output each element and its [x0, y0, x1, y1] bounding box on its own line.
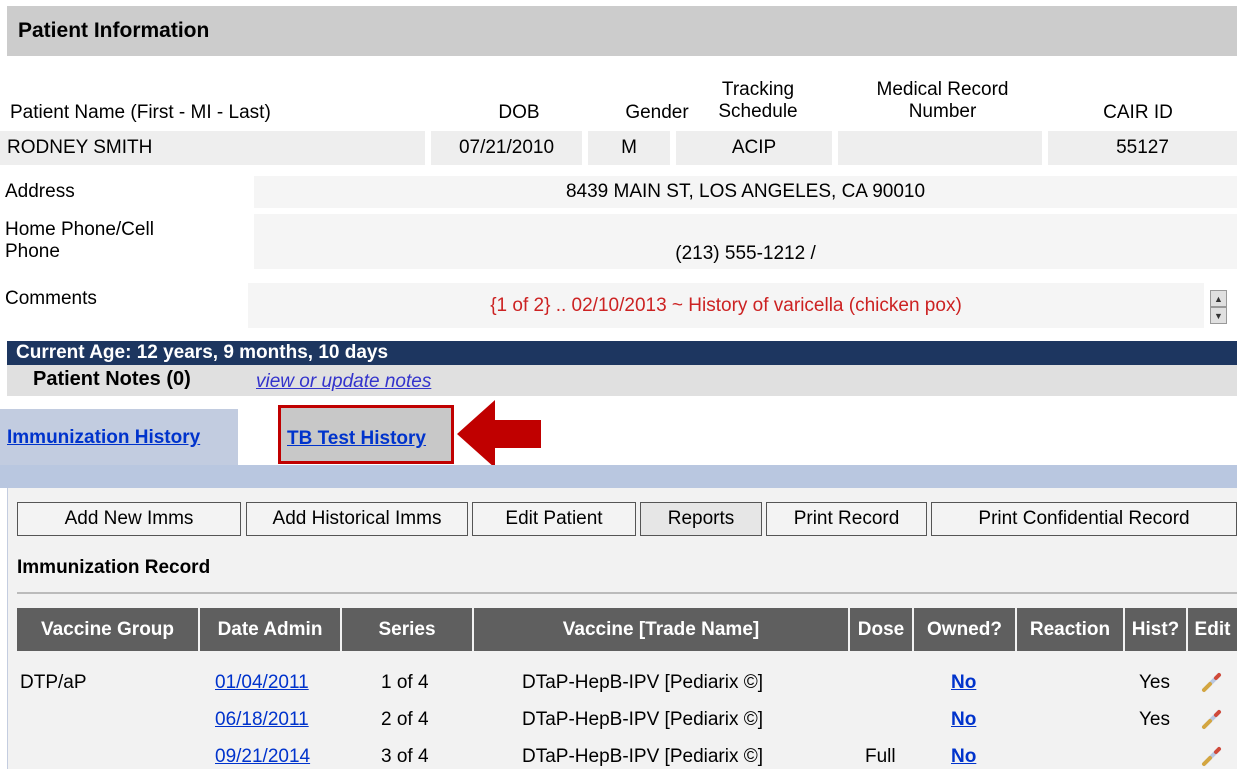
cell-date-admin-link[interactable]: 09/21/2014 — [215, 746, 310, 768]
tab-tb-test-history-label[interactable]: TB Test History — [287, 428, 426, 450]
scroll-up-icon[interactable]: ▲ — [1210, 290, 1227, 307]
dob-value: 07/21/2010 — [431, 131, 582, 165]
arrow-left-icon — [457, 400, 541, 468]
cell-hist: Yes — [1139, 672, 1170, 693]
current-age-text: Current Age: 12 years, 9 months, 10 days — [16, 342, 389, 363]
cell-series: 2 of 4 — [381, 709, 429, 730]
cell-vaccine: DTaP-HepB-IPV [Pediarix ©] — [522, 709, 764, 730]
comments-label: Comments — [5, 288, 97, 309]
patient-info-title: Patient Information — [18, 19, 210, 42]
cell-date-admin-link[interactable]: 06/18/2011 — [215, 709, 309, 731]
comments-value: {1 of 2} .. 02/10/2013 ~ History of vari… — [248, 283, 1204, 328]
patient-notes-bar: Patient Notes (0) view or update notes — [7, 365, 1237, 396]
divider — [17, 592, 1237, 594]
th-edit: Edit — [1188, 608, 1237, 651]
th-vaccine-group: Vaccine Group — [17, 608, 198, 651]
tab-immunization-history-label[interactable]: Immunization History — [7, 427, 200, 449]
header-medical-record-number: Medical Record Number — [876, 79, 1009, 122]
current-age-bar: Current Age: 12 years, 9 months, 10 days — [7, 341, 1237, 365]
cell-owned-link[interactable]: No — [951, 672, 976, 694]
gender-value: M — [588, 131, 670, 165]
header-gender: Gender — [625, 102, 689, 123]
edit-pencil-icon[interactable] — [1200, 744, 1224, 768]
header-cair-id: CAIR ID — [1103, 102, 1173, 123]
print-confidential-record-button[interactable]: Print Confidential Record — [931, 502, 1237, 536]
th-dose: Dose — [850, 608, 912, 651]
th-owned: Owned? — [914, 608, 1015, 651]
th-series: Series — [342, 608, 472, 651]
cell-dose: Full — [865, 746, 896, 767]
cair-id-value: 55127 — [1048, 131, 1237, 165]
reports-button[interactable]: Reports — [640, 502, 762, 536]
tab-tb-test-history[interactable]: TB Test History — [278, 405, 454, 464]
th-date-admin: Date Admin — [200, 608, 340, 651]
th-reaction: Reaction — [1017, 608, 1123, 651]
patient-name-value: RODNEY SMITH — [0, 131, 425, 165]
add-new-imms-button[interactable]: Add New Imms — [17, 502, 241, 536]
cell-date-admin-link[interactable]: 01/04/2011 — [215, 672, 309, 694]
add-historical-imms-button[interactable]: Add Historical Imms — [246, 502, 468, 536]
view-update-notes-link[interactable]: view or update notes — [256, 371, 431, 393]
tab-strip — [0, 465, 1237, 488]
header-tracking-schedule: Tracking Schedule — [718, 79, 798, 122]
cell-owned-link[interactable]: No — [951, 709, 976, 731]
address-value: 8439 MAIN ST, LOS ANGELES, CA 90010 — [254, 176, 1237, 208]
cell-vaccine: DTaP-HepB-IPV [Pediarix ©] — [522, 672, 764, 693]
header-dob: DOB — [498, 102, 540, 123]
address-label: Address — [5, 181, 75, 202]
edit-pencil-icon[interactable] — [1200, 670, 1224, 694]
edit-pencil-icon[interactable] — [1200, 707, 1224, 731]
edit-patient-button[interactable]: Edit Patient — [472, 502, 636, 536]
th-hist: Hist? — [1125, 608, 1186, 651]
phone-label: Home Phone/Cell Phone — [5, 219, 154, 262]
tab-immunization-history[interactable]: Immunization History — [0, 409, 238, 465]
print-record-button[interactable]: Print Record — [766, 502, 927, 536]
cell-vaccine: DTaP-HepB-IPV [Pediarix ©] — [522, 746, 764, 767]
cell-series: 1 of 4 — [381, 672, 429, 693]
immunization-record-title: Immunization Record — [17, 557, 211, 578]
patient-info-header: Patient Information — [7, 6, 1237, 56]
medical-record-number-value — [838, 131, 1042, 165]
scroll-down-icon[interactable]: ▼ — [1210, 307, 1227, 324]
tracking-schedule-value: ACIP — [676, 131, 832, 165]
phone-value: (213) 555-1212 / — [254, 214, 1237, 269]
cell-hist: Yes — [1139, 709, 1170, 730]
patient-notes-label: Patient Notes (0) — [33, 368, 191, 390]
cell-series: 3 of 4 — [381, 746, 429, 767]
header-patient-name: Patient Name (First - MI - Last) — [10, 102, 271, 123]
th-vaccine-trade-name: Vaccine [Trade Name] — [474, 608, 848, 651]
cell-vaccine-group: DTP/aP — [20, 672, 87, 693]
cell-owned-link[interactable]: No — [951, 746, 976, 768]
